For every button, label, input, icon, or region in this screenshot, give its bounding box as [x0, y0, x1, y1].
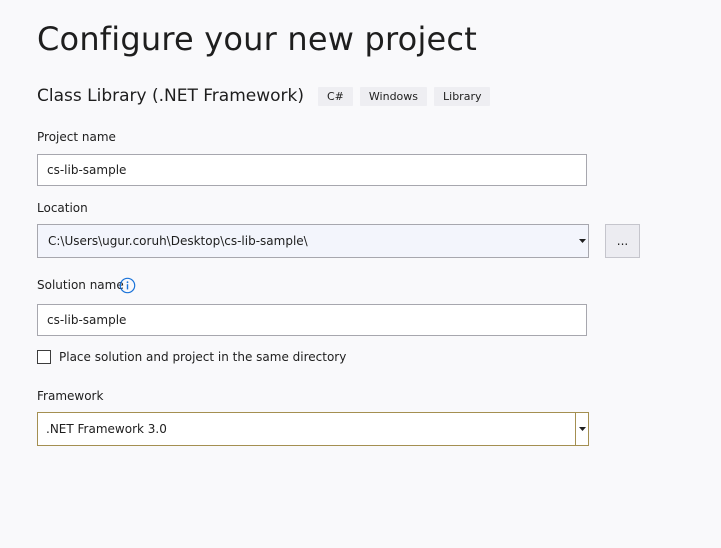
project-name-input[interactable] [38, 155, 586, 185]
chevron-down-icon[interactable] [576, 225, 588, 257]
same-directory-label[interactable]: Place solution and project in the same d… [59, 350, 346, 364]
info-icon[interactable] [119, 277, 136, 294]
template-summary: Class Library (.NET Framework) C# Window… [37, 86, 497, 106]
location-value: C:\Users\ugur.coruh\Desktop\cs-lib-sampl… [48, 234, 308, 248]
solution-name-label: Solution name [37, 278, 124, 292]
location-label: Location [37, 201, 88, 215]
location-combobox[interactable]: C:\Users\ugur.coruh\Desktop\cs-lib-sampl… [37, 224, 589, 258]
framework-select[interactable]: .NET Framework 3.0 [37, 412, 589, 446]
solution-name-input[interactable] [38, 305, 586, 335]
tag-language: C# [318, 86, 353, 106]
tag-project-type: Library [434, 86, 491, 106]
framework-value: .NET Framework 3.0 [46, 422, 167, 436]
template-name: Class Library (.NET Framework) [37, 86, 304, 106]
browse-location-button[interactable]: ... [605, 224, 640, 258]
template-tags: C# Windows Library [318, 86, 497, 106]
project-name-label: Project name [37, 130, 116, 144]
same-directory-checkbox[interactable] [37, 350, 51, 364]
project-name-field[interactable] [37, 154, 587, 186]
solution-name-field[interactable] [37, 304, 587, 336]
tag-platform: Windows [359, 86, 428, 106]
page-title: Configure your new project [37, 20, 477, 58]
same-directory-option[interactable]: Place solution and project in the same d… [37, 350, 346, 364]
chevron-down-icon[interactable] [575, 413, 588, 445]
framework-label: Framework [37, 389, 104, 403]
